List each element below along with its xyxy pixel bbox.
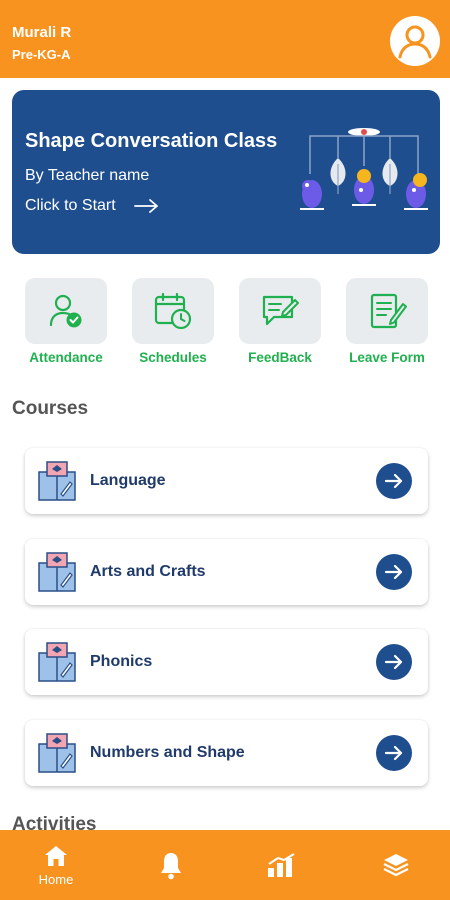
attendance-label: Attendance [29, 350, 103, 365]
course-open-button[interactable] [376, 644, 412, 680]
nav-courses[interactable] [362, 830, 430, 900]
course-card-arts-and-crafts[interactable]: Arts and Crafts [25, 539, 428, 605]
course-open-button[interactable] [376, 463, 412, 499]
course-open-button[interactable] [376, 554, 412, 590]
calendar-clock-icon [154, 292, 192, 330]
book-icon [38, 733, 76, 773]
arrow-right-icon [384, 745, 403, 761]
quick-action-leave-form[interactable]: Leave Form [346, 278, 428, 365]
leave-form-icon [370, 293, 407, 329]
banner-title: Shape Conversation Class [25, 130, 278, 152]
feedback-tile[interactable] [239, 278, 321, 344]
course-card-numbers-and-shape[interactable]: Numbers and Shape [25, 720, 428, 786]
nav-progress[interactable] [248, 830, 316, 900]
avatar[interactable] [390, 16, 440, 66]
attendance-icon [49, 294, 82, 328]
class-name: Pre-KG-A [12, 47, 71, 62]
arrow-right-icon [384, 473, 403, 489]
leave-form-tile[interactable] [346, 278, 428, 344]
course-title: Language [90, 472, 166, 489]
feedback-icon [262, 295, 299, 326]
leave-form-label: Leave Form [349, 350, 425, 365]
course-card-phonics[interactable]: Phonics [25, 629, 428, 695]
schedules-tile[interactable] [132, 278, 214, 344]
class-banner[interactable]: Shape Conversation Class By Teacher name… [12, 90, 440, 254]
start-link[interactable]: Click to Start [25, 197, 160, 215]
arrow-right-icon [384, 564, 403, 580]
attendance-tile[interactable] [25, 278, 107, 344]
course-title: Numbers and Shape [90, 744, 245, 761]
book-icon [38, 461, 76, 501]
nav-home-label: Home [38, 871, 74, 887]
app-screen: Murali R Pre-KG-A Shape Conversation Cla… [0, 0, 450, 900]
quick-action-feedback[interactable]: FeedBack [239, 278, 321, 365]
nav-notifications[interactable] [137, 830, 205, 900]
user-name: Murali R [12, 24, 72, 41]
start-label: Click to Start [25, 197, 116, 214]
chart-icon [268, 853, 295, 877]
bottom-nav: Home [0, 830, 450, 900]
schedules-label: Schedules [139, 350, 207, 365]
feedback-label: FeedBack [248, 350, 312, 365]
hanging-mobile-illustration [300, 128, 428, 210]
layers-icon [383, 854, 409, 877]
quick-action-schedules[interactable]: Schedules [132, 278, 214, 365]
arrow-right-icon [133, 199, 158, 213]
course-title: Phonics [90, 653, 153, 670]
arrow-right-icon [384, 654, 403, 670]
course-title: Arts and Crafts [90, 563, 206, 580]
banner-teacher: By Teacher name [25, 167, 150, 184]
course-open-button[interactable] [376, 735, 412, 771]
book-icon [38, 642, 76, 682]
bell-icon [161, 853, 181, 880]
home-icon [45, 845, 67, 866]
user-avatar-icon [391, 17, 439, 65]
book-icon [38, 552, 76, 592]
app-header: Murali R Pre-KG-A [0, 0, 450, 78]
nav-home[interactable]: Home [22, 830, 90, 900]
course-card-language[interactable]: Language [25, 448, 428, 514]
courses-heading: Courses [12, 398, 89, 419]
quick-action-attendance[interactable]: Attendance [25, 278, 107, 365]
